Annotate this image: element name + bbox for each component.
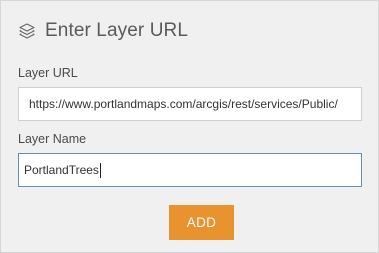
layer-url-value: https://www.portlandmaps.com/arcgis/rest… xyxy=(29,97,338,111)
panel-title: Enter Layer URL xyxy=(45,20,189,41)
layer-name-label: Layer Name xyxy=(18,132,87,146)
layer-url-input[interactable]: https://www.portlandmaps.com/arcgis/rest… xyxy=(18,87,362,121)
layers-icon xyxy=(18,22,36,40)
layer-name-value: PortlandTrees xyxy=(24,163,99,177)
enter-layer-url-panel: Enter Layer URL Layer URL https://www.po… xyxy=(0,0,379,253)
layer-url-label: Layer URL xyxy=(18,66,78,80)
text-cursor xyxy=(99,162,101,178)
add-button[interactable]: ADD xyxy=(169,205,234,240)
layer-name-input[interactable]: PortlandTrees xyxy=(18,153,362,187)
panel-header: Enter Layer URL xyxy=(18,18,188,44)
